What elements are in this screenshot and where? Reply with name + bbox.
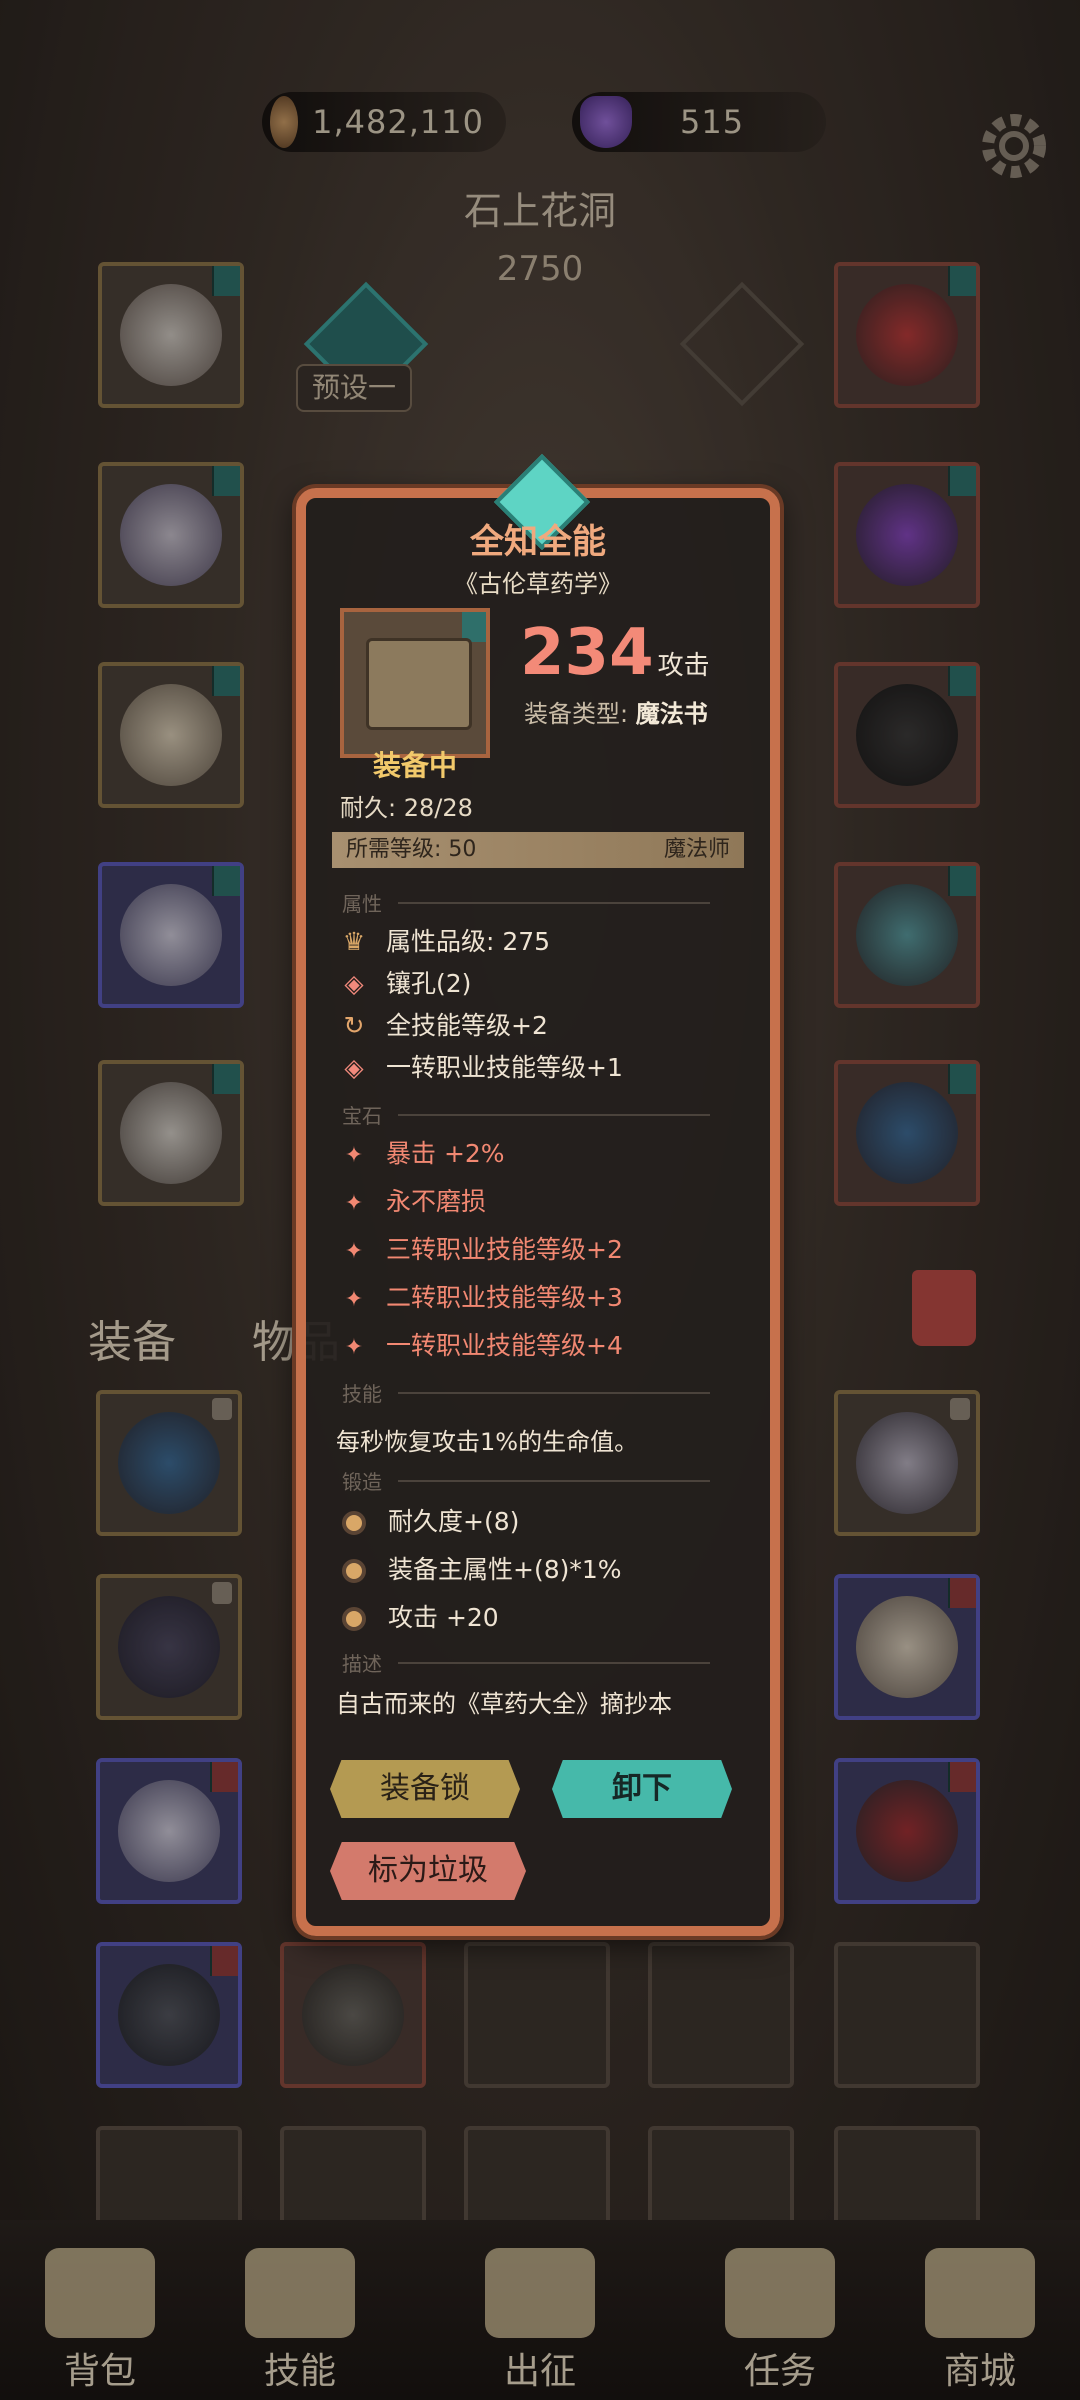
- section-description: 描述: [342, 1648, 734, 1678]
- gem-row: ✦ 三转职业技能等级+2: [336, 1230, 750, 1270]
- equipped-label: 装备中: [372, 749, 457, 782]
- forge-dot-icon: [342, 1559, 366, 1583]
- item-name: 全知全能: [470, 522, 606, 562]
- item-type-key: 装备类型:: [524, 700, 629, 728]
- forge-row: 攻击 +20: [336, 1598, 750, 1638]
- forge-dot-icon: [342, 1511, 366, 1535]
- gem-row: ✦ 暴击 +2%: [336, 1134, 750, 1174]
- section-gems: 宝石: [342, 1100, 734, 1130]
- sparkle-icon: ✦: [344, 1191, 364, 1216]
- section-attributes-label: 属性: [342, 892, 382, 916]
- requirement-bar: 所需等级: 50 魔法师: [332, 832, 744, 868]
- sparkle-icon: ✦: [344, 1143, 364, 1168]
- section-forge: 锻造: [342, 1466, 734, 1496]
- section-skill: 技能: [342, 1378, 734, 1408]
- forge-dot-icon: [342, 1607, 366, 1631]
- attack-label: 攻击: [657, 651, 710, 681]
- section-skill-label: 技能: [342, 1382, 382, 1406]
- attribute-row: ↻ 全技能等级+2: [336, 1006, 750, 1046]
- sparkle-icon: ✦: [344, 1335, 364, 1360]
- section-forge-label: 锻造: [342, 1470, 382, 1494]
- item-thumbnail: [340, 608, 490, 758]
- item-type: 装备类型: 魔法书: [524, 694, 708, 729]
- section-gems-label: 宝石: [342, 1104, 382, 1128]
- skill-description: 每秒恢复攻击1%的生命值。: [336, 1428, 639, 1456]
- cycle-icon: ↻: [343, 1011, 365, 1040]
- required-class: 魔法师: [663, 837, 730, 862]
- section-attributes: 属性: [342, 888, 734, 918]
- item-type-value: 魔法书: [635, 700, 708, 728]
- item-detail-popup: 全知全能 《古伦草药学》 装备中 234 攻击 装备类型: 魔法书 耐久: 28/…: [296, 453, 780, 1936]
- durability: 耐久: 28/28: [340, 794, 473, 822]
- section-description-label: 描述: [342, 1652, 382, 1676]
- equipment-lock-button[interactable]: 装备锁: [330, 1760, 520, 1818]
- attack-value: 234: [520, 616, 654, 690]
- gem-row: ✦ 一转职业技能等级+4: [336, 1326, 750, 1366]
- item-base-name: 《古伦草药学》: [454, 570, 622, 598]
- quality-icon: ♛: [342, 927, 366, 956]
- sparkle-icon: ✦: [344, 1287, 364, 1312]
- unequip-button[interactable]: 卸下: [552, 1760, 732, 1818]
- mark-as-junk-button[interactable]: 标为垃圾: [330, 1842, 526, 1900]
- gem-row: ✦ 二转职业技能等级+3: [336, 1278, 750, 1318]
- attribute-row: ♛ 属性品级: 275: [336, 922, 750, 962]
- socket-icon: ◈: [344, 969, 364, 998]
- required-level: 所需等级: 50: [346, 837, 477, 862]
- attack-stat: 234 攻击: [520, 616, 710, 690]
- item-description: 自古而来的《草药大全》摘抄本: [336, 1690, 672, 1718]
- attribute-row: ◈ 一转职业技能等级+1: [336, 1048, 750, 1088]
- attribute-row: ◈ 镶孔(2): [336, 964, 750, 1004]
- gem-row: ✦ 永不磨损: [336, 1182, 750, 1222]
- sparkle-icon: ✦: [344, 1239, 364, 1264]
- socket-icon: ◈: [344, 1053, 364, 1082]
- herb-book-icon: [366, 638, 472, 730]
- forge-row: 耐久度+(8): [336, 1502, 750, 1542]
- forge-row: 装备主属性+(8)*1%: [336, 1550, 750, 1590]
